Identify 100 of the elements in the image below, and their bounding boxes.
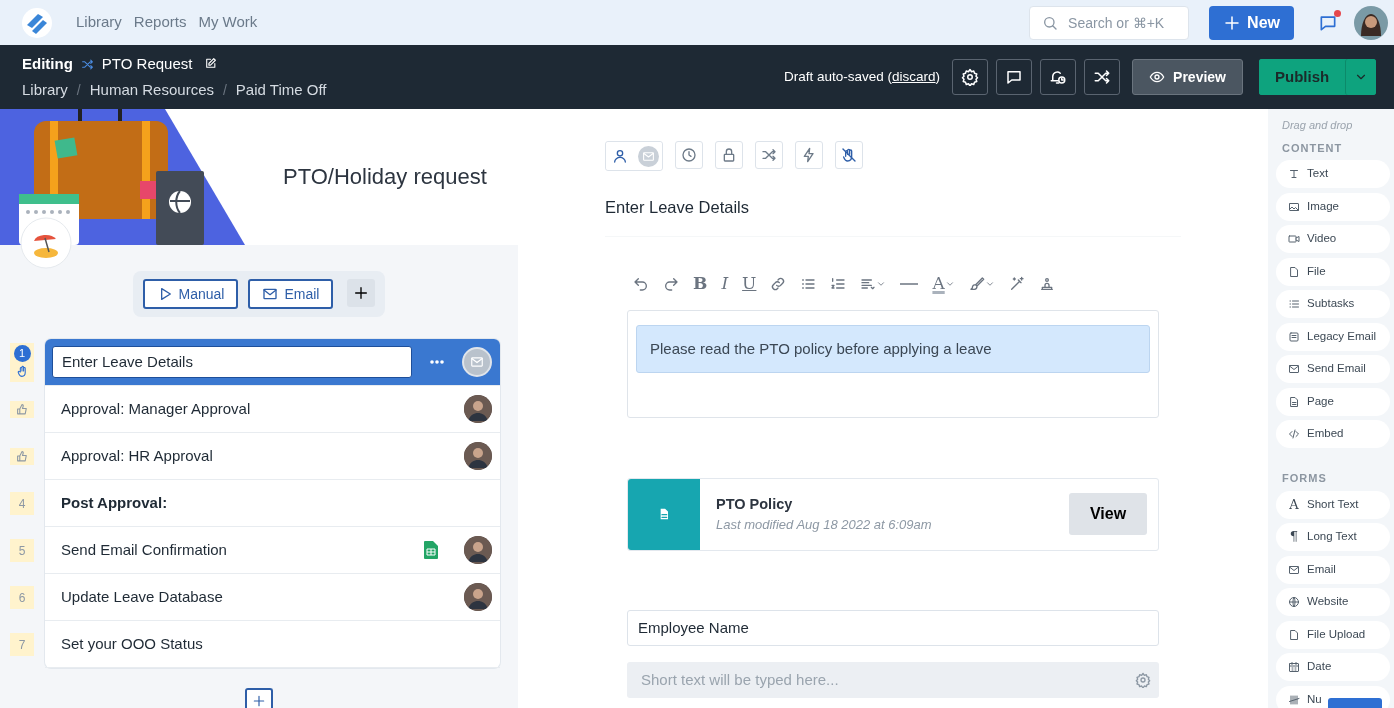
nav-link[interactable]: My Work: [192, 11, 264, 34]
person-icon: [612, 148, 628, 164]
palette-item[interactable]: A Short Text: [1276, 490, 1390, 519]
envelope-icon: [262, 286, 279, 302]
stamp-icon: [1038, 275, 1055, 292]
search-field[interactable]: Search or ⌘+K: [1029, 5, 1190, 40]
step-row[interactable]: Approval: HR Approval: [45, 433, 500, 480]
comments-button[interactable]: [996, 59, 1033, 95]
reminders-button[interactable]: [1040, 59, 1077, 95]
palette-item[interactable]: Email: [1276, 555, 1390, 584]
plus-icon: [353, 285, 370, 301]
callout: Please read the PTO policy before applying a leave: [636, 324, 1150, 374]
hand-off-icon: [841, 147, 857, 163]
numbered-list-icon: [830, 275, 847, 292]
page-icon: [1288, 395, 1300, 408]
publish-menu-button[interactable]: [1345, 59, 1377, 95]
envelope-icon: [1288, 563, 1300, 576]
tally-icon: [1288, 693, 1300, 706]
breadcrumb-link[interactable]: Library: [22, 81, 68, 98]
breadcrumb-link[interactable]: Human Resources: [89, 81, 214, 98]
image-icon: [1288, 200, 1300, 213]
user-avatar[interactable]: [1354, 5, 1388, 40]
shuffle-icon: [761, 147, 777, 163]
step-row[interactable]: Update Leave Database: [45, 574, 500, 621]
nav-link[interactable]: Reports: [127, 11, 193, 34]
thumbs-up-icon: [15, 403, 29, 416]
email-trigger-button[interactable]: Email: [248, 279, 334, 309]
palette-item[interactable]: Video: [1276, 225, 1390, 253]
hand-icon: [15, 365, 29, 379]
more-button[interactable]: [430, 360, 444, 364]
list-icon: [1288, 298, 1300, 310]
undo-icon: [633, 275, 649, 292]
settings-button[interactable]: [952, 59, 989, 95]
brush-icon: [968, 275, 985, 292]
field-label-input[interactable]: Employee Name: [627, 609, 1159, 646]
palette-item[interactable]: Embed: [1276, 420, 1390, 448]
italic-button[interactable]: I: [721, 271, 729, 296]
conditional-logic-button[interactable]: [1084, 59, 1121, 95]
stop-task-button[interactable]: [835, 141, 863, 169]
step-label: Update Leave Database: [61, 586, 223, 607]
step-row[interactable]: Enter Leave Details: [45, 339, 500, 386]
palette-item[interactable]: File: [1276, 257, 1390, 286]
preview-button[interactable]: Preview: [1132, 59, 1243, 95]
step-row[interactable]: Post Approval:: [45, 480, 500, 527]
bold-button[interactable]: B: [693, 271, 708, 296]
palette-hint: Drag and drop: [1281, 118, 1354, 133]
due-date-button[interactable]: [675, 141, 703, 169]
notifications-button[interactable]: [1318, 12, 1338, 33]
automation-button[interactable]: [795, 141, 823, 169]
logic-button[interactable]: [755, 141, 783, 169]
plus-icon: [252, 694, 266, 708]
step-name-field[interactable]: Enter Leave Details: [52, 346, 412, 378]
view-button[interactable]: View: [1069, 493, 1147, 536]
file-modified: Last modified Aug 18 2022 at 6:09am: [716, 516, 933, 535]
palette-item[interactable]: Website: [1276, 588, 1390, 616]
more-icon: [430, 360, 444, 364]
step-label: Send Email Confirmation: [61, 539, 227, 560]
magic-wand-icon: [1008, 275, 1025, 292]
palette-item[interactable]: Page: [1276, 387, 1390, 416]
logo[interactable]: [22, 7, 52, 38]
file-icon: [1288, 265, 1300, 278]
file-icon: [1288, 628, 1300, 641]
text-color-button[interactable]: A: [932, 271, 955, 296]
underline-button[interactable]: U: [742, 271, 757, 296]
envelope-icon: [1288, 363, 1300, 375]
eye-icon: [1149, 69, 1166, 85]
redo-icon: [663, 275, 679, 292]
add-trigger-button[interactable]: [347, 279, 376, 307]
step-row[interactable]: Set your OOO Status: [45, 621, 500, 668]
breadcrumb-link[interactable]: Paid Time Off: [235, 81, 327, 98]
step-row[interactable]: Approval: Manager Approval: [45, 386, 500, 433]
discard-link[interactable]: discard: [892, 68, 936, 84]
lightning-icon: [801, 147, 817, 163]
horizontal-rule-icon: [900, 282, 919, 285]
file-name: PTO Policy: [716, 494, 794, 514]
short-text-field[interactable]: Short text will be typed here...: [627, 661, 1159, 698]
step-label: Approval: HR Approval: [61, 445, 213, 466]
palette-item[interactable]: Subtasks: [1276, 290, 1390, 318]
nav-link[interactable]: Library: [70, 11, 128, 34]
task-title: Enter Leave Details: [605, 197, 750, 218]
chat-bubble-icon: [1005, 68, 1024, 86]
palette-item[interactable]: Image: [1276, 192, 1390, 221]
section-heading: FORMS: [1281, 471, 1328, 486]
thumbs-up-icon: [15, 450, 29, 463]
step-label: Set your OOO Status: [61, 633, 203, 654]
code-icon: [1288, 428, 1300, 440]
palette-item[interactable]: Text: [1276, 160, 1390, 188]
new-button[interactable]: New: [1209, 5, 1294, 40]
palette-item[interactable]: File Upload: [1276, 620, 1390, 649]
manual-trigger-button[interactable]: Manual: [142, 279, 239, 309]
palette-item[interactable]: Send Email: [1276, 355, 1390, 383]
palette-item[interactable]: Date: [1276, 653, 1390, 681]
settings-icon: [1135, 671, 1151, 688]
rename-button[interactable]: [204, 57, 218, 71]
permissions-button[interactable]: [715, 141, 743, 169]
palette-item[interactable]: Legacy Email: [1276, 322, 1390, 351]
palette-item[interactable]: ¶ Long Text: [1276, 523, 1390, 551]
step-row[interactable]: Send Email Confirmation: [45, 527, 500, 574]
template-icon: [20, 217, 72, 269]
step-number: 6: [18, 589, 26, 607]
